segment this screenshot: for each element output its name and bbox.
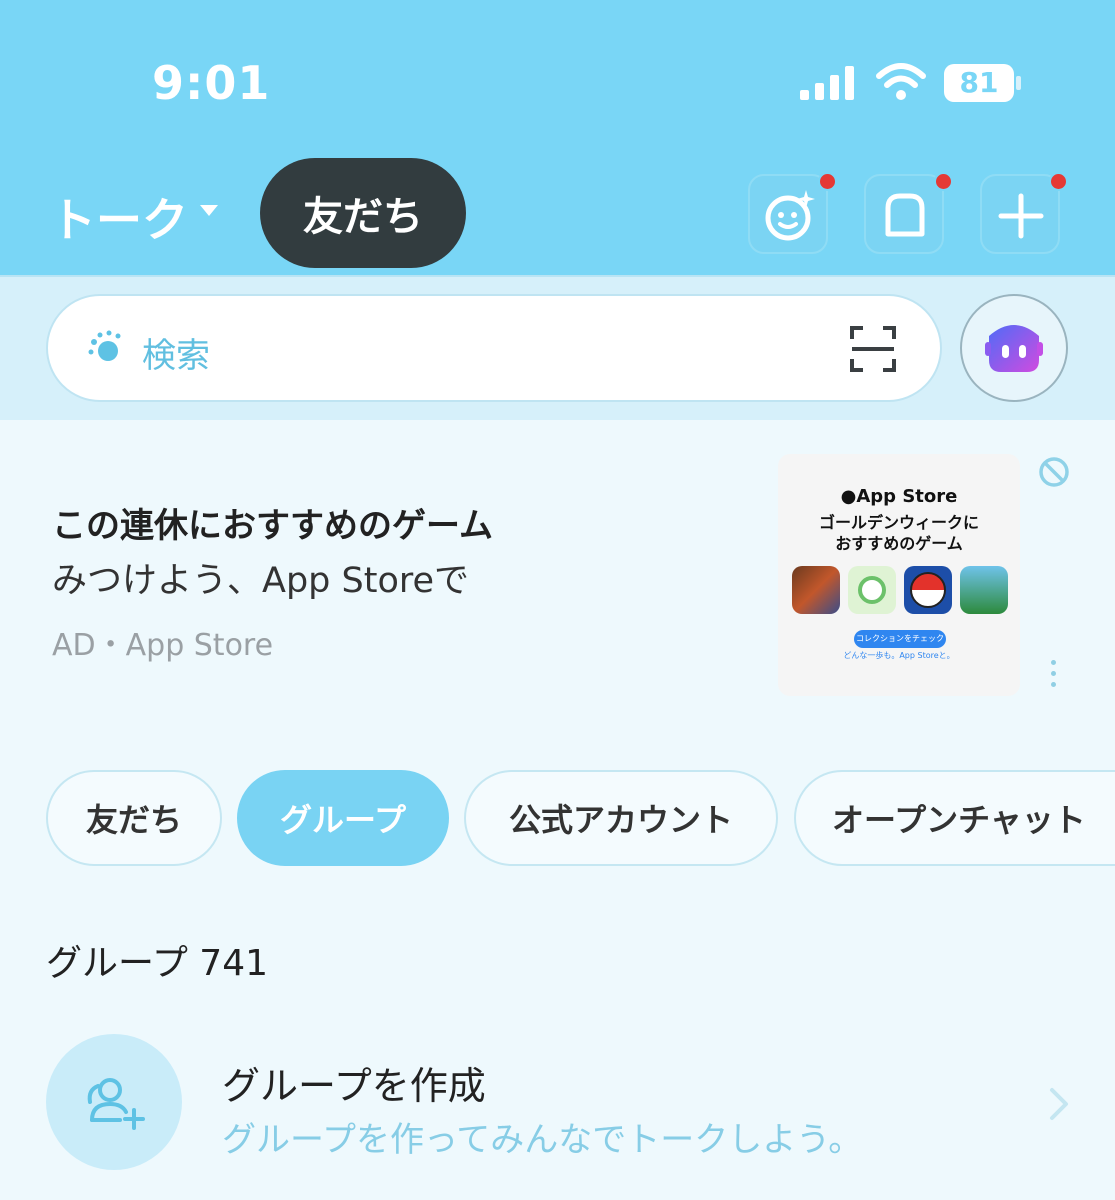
- apple-logo-icon: ●: [840, 486, 857, 507]
- create-group-subtitle: グループを作ってみんなでトークしよう。: [222, 1120, 863, 1160]
- ad-image-tagline: どんな一歩も。App Storeと。: [843, 651, 955, 660]
- ad-source: AD・App Store: [52, 628, 274, 663]
- filter-chip-openchat[interactable]: オープンチャット: [794, 770, 1115, 866]
- face-sparkle-icon: [765, 190, 815, 241]
- game-icon-4: [960, 566, 1008, 614]
- face-sparkle-button[interactable]: [748, 174, 828, 254]
- notification-dot: [1049, 172, 1068, 191]
- square-bubble-icon: [885, 193, 925, 237]
- more-options-icon[interactable]: [1051, 660, 1056, 693]
- ad-subtitle[interactable]: みつけよう、App Storeで: [52, 552, 469, 603]
- qr-scan-icon[interactable]: [850, 326, 896, 372]
- friends-tab-pill[interactable]: 友だち: [260, 158, 466, 268]
- plus-icon: [998, 193, 1044, 239]
- notification-dot: [934, 172, 953, 191]
- game-icon-2: [848, 566, 896, 614]
- status-time: 9:01: [152, 56, 271, 110]
- square-bubble-button[interactable]: [864, 174, 944, 254]
- sparkle-search-icon: [88, 330, 121, 361]
- game-icon-1: [792, 566, 840, 614]
- add-button[interactable]: [980, 174, 1060, 254]
- chevron-down-icon[interactable]: [200, 205, 218, 216]
- ad-image[interactable]: ●App Store ゴールデンウィークに おすすめのゲーム コレクションをチェ…: [778, 454, 1020, 696]
- robot-icon: [985, 325, 1043, 372]
- ad-image-cta: コレクションをチェック: [854, 630, 946, 648]
- create-group-avatar[interactable]: [46, 1034, 182, 1170]
- search-placeholder: 検索: [142, 336, 210, 376]
- talk-tab-title[interactable]: トーク: [50, 184, 188, 250]
- chevron-right-icon[interactable]: [1044, 1086, 1072, 1122]
- wifi-icon: [876, 63, 926, 100]
- group-count: グループ 741: [46, 943, 268, 984]
- ad-image-store: ●App Store: [840, 486, 958, 507]
- battery-level: 81: [959, 66, 999, 99]
- create-group-title[interactable]: グループを作成: [222, 1055, 486, 1110]
- block-icon[interactable]: [1038, 456, 1070, 488]
- ad-title[interactable]: この連休におすすめのゲーム: [52, 498, 493, 547]
- ai-assistant-button[interactable]: [960, 294, 1068, 402]
- game-icon-3: [904, 566, 952, 614]
- filter-chip-friends[interactable]: 友だち: [46, 770, 222, 866]
- battery-indicator: 81: [944, 64, 1022, 102]
- notification-dot: [818, 172, 837, 191]
- ad-image-headline: ゴールデンウィークに おすすめのゲーム: [818, 513, 979, 553]
- filter-chip-official-accounts[interactable]: 公式アカウント: [464, 770, 778, 866]
- cellular-signal-icon: [800, 66, 854, 100]
- add-group-icon: [87, 1078, 145, 1130]
- filter-chip-groups[interactable]: グループ: [237, 770, 449, 866]
